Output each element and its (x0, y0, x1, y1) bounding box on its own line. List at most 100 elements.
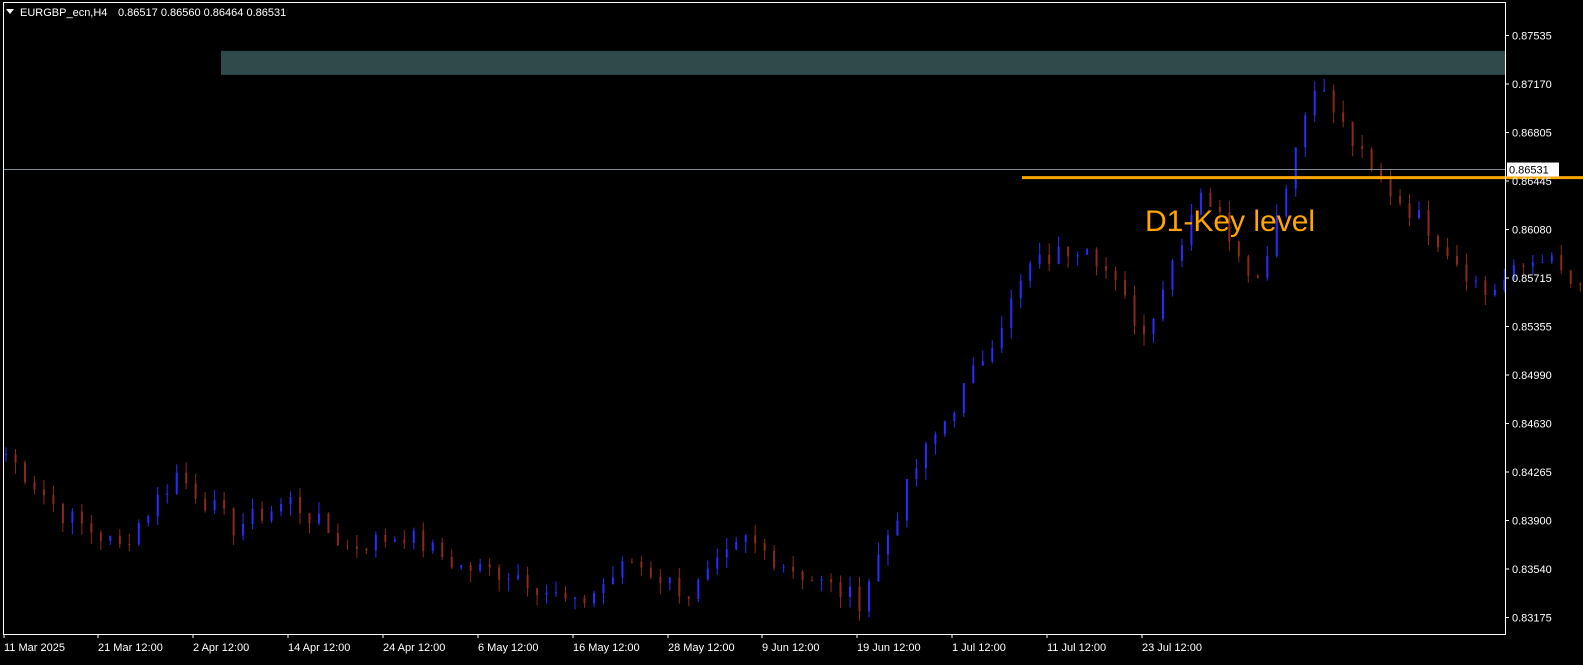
candle-body (251, 508, 254, 525)
candle-body (204, 498, 207, 511)
candle-body (1342, 112, 1345, 122)
candle-body (1370, 148, 1373, 170)
candle-body (488, 564, 491, 568)
candle-body (583, 597, 586, 604)
candle-body (773, 550, 776, 568)
candle-body (1550, 255, 1553, 262)
chart-svg[interactable]: D1-Key level 0.87535 0.87170 0.86805 0.8644… (0, 0, 1583, 665)
candle-body (1569, 270, 1572, 284)
candle-body (1474, 280, 1477, 282)
candle-body (621, 561, 624, 578)
candle-body (886, 535, 889, 555)
y-tick-label: 0.84990 (1512, 370, 1552, 382)
candle-body (270, 511, 273, 521)
candle-body (1124, 280, 1127, 296)
candle-body (128, 544, 131, 546)
candle-body (1418, 210, 1421, 219)
chart[interactable]: D1-Key level 0.87535 0.87170 0.86805 0.8644… (0, 0, 1583, 665)
candle-body (90, 523, 93, 533)
y-tick-label: 0.83540 (1512, 564, 1552, 576)
resistance-zone (221, 50, 1505, 75)
candle-body (981, 361, 984, 366)
candle-body (1095, 249, 1098, 267)
candle-body (1171, 260, 1174, 290)
candle-body (517, 575, 520, 579)
candle-body (317, 513, 320, 524)
candle-body (1038, 254, 1041, 264)
candle-body (754, 535, 757, 544)
candle-body (99, 532, 102, 541)
candle-body (1446, 247, 1449, 256)
symbol-label: EURGBP_ecn,H4 (20, 7, 107, 19)
candle-body (735, 541, 738, 550)
candle-body (507, 578, 510, 580)
candle-body (1067, 246, 1070, 257)
candle-body (1304, 115, 1307, 148)
candle-body (1408, 203, 1411, 219)
candle-body (232, 508, 235, 536)
candle-body (213, 500, 216, 511)
candle-body (858, 586, 861, 612)
candle-body (1294, 147, 1297, 189)
candle-body (668, 577, 671, 584)
x-tick-label: 19 Jun 12:00 (857, 642, 921, 654)
x-tick-label: 2 Apr 12:00 (193, 642, 249, 654)
candle-body (1086, 249, 1089, 255)
current-price-label: 0.86531 (1509, 165, 1549, 177)
y-tick-label: 0.86445 (1512, 176, 1552, 188)
candle-body (1560, 255, 1563, 271)
candle-body (308, 513, 311, 524)
candle-body (972, 365, 975, 384)
candle-body (1019, 280, 1022, 299)
zone-layer (221, 50, 1505, 75)
candle-body (849, 586, 852, 597)
candle-body (185, 472, 188, 484)
candle-body (1256, 275, 1259, 278)
candle-body (1484, 280, 1487, 296)
candle-body (763, 543, 766, 551)
candle-body (1048, 254, 1051, 264)
candle-body (649, 567, 652, 577)
candle-body (393, 539, 396, 542)
candle-body (1000, 327, 1003, 349)
x-tick-label: 11 Jul 12:00 (1047, 642, 1106, 654)
candle-body (953, 413, 956, 422)
candle-body (137, 522, 140, 545)
candle-body (839, 582, 842, 597)
candle-body (355, 546, 358, 549)
candle-body (441, 542, 444, 557)
candle-body (1332, 90, 1335, 113)
candle-body (877, 554, 880, 582)
candle-body (924, 443, 927, 469)
candle-body (830, 579, 833, 583)
candle-body (1323, 90, 1326, 92)
candle-body (1247, 256, 1250, 276)
key-level-label: D1-Key level (1145, 205, 1315, 238)
candle-body (365, 548, 368, 551)
candle-body (867, 581, 870, 612)
candle-body (1076, 254, 1079, 257)
candle-body (659, 576, 662, 584)
candle-body (1266, 255, 1269, 278)
candle-body (33, 482, 36, 490)
candle-body (706, 568, 709, 580)
candle-body (545, 592, 548, 595)
candle-body (1455, 255, 1458, 265)
candle-body (687, 596, 690, 600)
candle-body (1180, 245, 1183, 261)
candle-body (403, 539, 406, 544)
candle-body (1313, 90, 1316, 116)
candle-body (1399, 196, 1402, 204)
candle-body (289, 497, 292, 505)
candle-body (61, 503, 64, 524)
ohlc-values: 0.86517 0.86560 0.86464 0.86531 (118, 7, 286, 19)
candle-body (156, 494, 159, 517)
x-tick-label: 21 Mar 12:00 (98, 642, 163, 654)
candle-body (1531, 262, 1534, 267)
candle-body (118, 535, 121, 545)
candle-body (80, 511, 83, 524)
candle-body (962, 383, 965, 414)
candle-body (384, 534, 387, 542)
y-tick-label: 0.84630 (1512, 419, 1552, 431)
y-tick-label: 0.85355 (1512, 322, 1552, 334)
